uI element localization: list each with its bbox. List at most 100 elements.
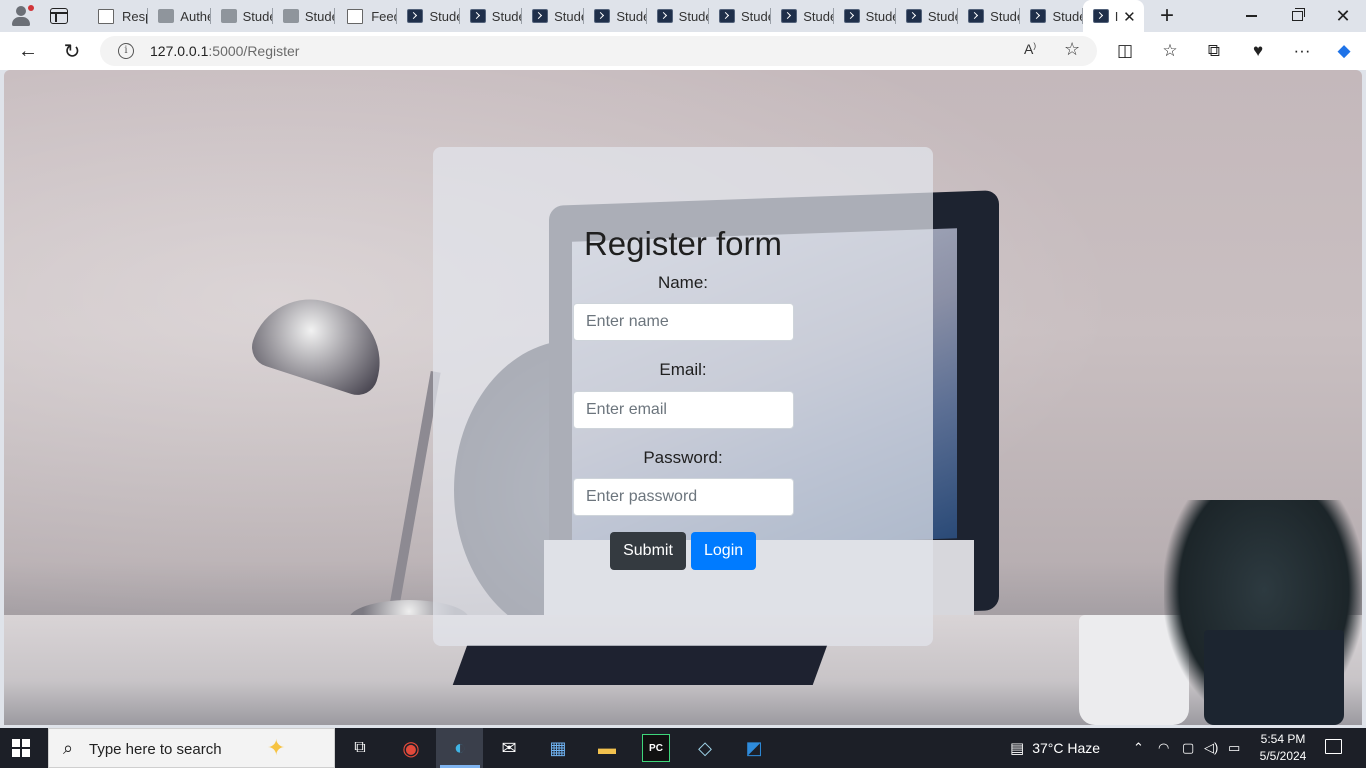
tab-label: Stude: [678, 8, 709, 24]
browser-tab-strip: Respo Authe Stude Stude Feedb Stude Stude Stude…: [0, 0, 1366, 32]
clock-date: 5/5/2024: [1259, 749, 1307, 763]
page-icon: [98, 8, 114, 24]
browser-tab[interactable]: Stude: [584, 0, 647, 32]
url-text[interactable]: 127.0.0.1:5000/Register: [150, 43, 299, 59]
page-title: Register form: [583, 225, 783, 262]
tab-label: Stude: [990, 8, 1020, 24]
copilot-icon[interactable]: ◆: [1330, 38, 1358, 64]
clock-time: 5:54 PM: [1260, 732, 1306, 746]
restore-button[interactable]: [1274, 0, 1320, 32]
weather-text: 37°C Haze: [1032, 740, 1101, 756]
browser-tab[interactable]: I ✕: [1082, 0, 1144, 32]
terminal-icon: [843, 9, 860, 23]
terminal-icon: [1092, 9, 1109, 23]
device-icon[interactable]: ▢: [1182, 728, 1194, 768]
tab-label: Stude: [740, 8, 771, 24]
close-window-button[interactable]: ✕: [1320, 0, 1366, 32]
volume-icon[interactable]: ◁): [1204, 728, 1218, 768]
battery-icon[interactable]: ▭: [1228, 728, 1240, 768]
tab-label: I: [1114, 8, 1119, 24]
terminal-icon: [905, 9, 922, 23]
browser-tab[interactable]: Stude: [834, 0, 896, 32]
tab-label: Stude: [429, 8, 459, 24]
background-keyboard: [452, 645, 828, 685]
terminal-icon: [781, 9, 798, 23]
browser-essentials-icon[interactable]: ♥: [1244, 38, 1272, 64]
page-viewport: Register form Name: Email: Password: Sub…: [4, 70, 1362, 725]
password-input[interactable]: [573, 478, 794, 516]
browser-tab[interactable]: Respo: [86, 0, 149, 32]
name-input[interactable]: [573, 303, 794, 341]
search-placeholder: Type here to search: [89, 741, 222, 758]
tab-label: Stude: [304, 8, 335, 24]
browser-tab[interactable]: Stude: [771, 0, 834, 32]
more-options-icon[interactable]: ···: [1288, 38, 1316, 64]
edge-icon[interactable]: ◐: [446, 734, 474, 762]
weather-icon: ▤: [1010, 740, 1025, 757]
background-plant-pot: [1204, 630, 1344, 725]
browser-tab[interactable]: Stude: [460, 0, 523, 32]
search-highlights-icon[interactable]: ✦: [267, 735, 285, 761]
tab-label: Stude: [242, 8, 273, 24]
notification-icon[interactable]: [1325, 739, 1342, 754]
login-button[interactable]: Login: [691, 532, 756, 570]
search-icon: ⌕: [63, 738, 74, 758]
minimize-button[interactable]: [1228, 0, 1274, 32]
store-icon[interactable]: ▦: [544, 734, 572, 762]
browser-tab[interactable]: Stude: [522, 0, 585, 32]
browser-tab[interactable]: Stude: [397, 0, 460, 32]
favorite-star-icon[interactable]: ☆: [1064, 39, 1080, 60]
system-clock[interactable]: 5:54 PM 5/5/2024: [1254, 731, 1312, 765]
photos-icon[interactable]: ◩: [740, 734, 768, 762]
close-tab-icon[interactable]: ✕: [1123, 8, 1136, 26]
tab-label: Stude: [1052, 8, 1082, 24]
navigation-bar: ← ↻ i 127.0.0.1:5000/Register A) ☆ ◫ ☆ ⧉…: [0, 32, 1366, 70]
browser-tab[interactable]: Feedb: [335, 0, 398, 32]
terminal-icon: [656, 9, 673, 23]
address-bar[interactable]: i 127.0.0.1:5000/Register A) ☆: [100, 36, 1097, 66]
terminal-icon: [532, 9, 549, 23]
app-icon[interactable]: ◇: [691, 734, 719, 762]
page-icon: [347, 8, 364, 24]
browser-tab[interactable]: Stude: [709, 0, 772, 32]
site-info-icon[interactable]: i: [118, 43, 134, 59]
browser-tab[interactable]: Stude: [647, 0, 709, 32]
browser-tab[interactable]: Stude: [1020, 0, 1083, 32]
browser-tab[interactable]: Authe: [148, 0, 211, 32]
pycharm-icon[interactable]: PC: [642, 734, 670, 762]
tab-label: Respo: [122, 8, 148, 24]
taskbar-search-box[interactable]: ⌕ Type here to search ✦: [48, 728, 335, 768]
network-icon[interactable]: ◠: [1158, 728, 1169, 768]
browser-tab[interactable]: Stude: [896, 0, 959, 32]
tab-label: Stude: [616, 8, 646, 24]
weather-widget[interactable]: ▤ 37°C Haze: [1010, 728, 1100, 768]
back-button[interactable]: ←: [14, 38, 42, 64]
collections-icon[interactable]: ⧉: [1200, 38, 1228, 64]
show-hidden-icons[interactable]: ⌃: [1133, 728, 1144, 768]
chrome-icon[interactable]: ◉: [397, 734, 425, 762]
tab-actions-icon[interactable]: [50, 8, 68, 24]
browser-tab[interactable]: Stude: [211, 0, 273, 32]
read-aloud-icon[interactable]: A): [1024, 41, 1036, 57]
tab-label: Authe: [180, 8, 210, 24]
refresh-button[interactable]: ↻: [58, 38, 86, 64]
split-screen-icon[interactable]: ◫: [1111, 38, 1139, 64]
terminal-icon: [594, 9, 611, 23]
tab-label: Feedb: [371, 8, 398, 24]
task-view-icon[interactable]: ⧉: [346, 734, 374, 762]
taskbar: ⌕ Type here to search ✦ ⧉ ◉ ◐ ✉ ▦ ▬ PC ◇…: [0, 728, 1366, 768]
terminal-icon: [718, 9, 735, 23]
terminal-icon: [469, 9, 486, 23]
favorites-icon[interactable]: ☆: [1156, 38, 1184, 64]
windows-start-icon[interactable]: [12, 739, 30, 757]
browser-tab[interactable]: Stude: [273, 0, 336, 32]
submit-button[interactable]: Submit: [610, 532, 686, 570]
mail-icon[interactable]: ✉: [495, 734, 523, 762]
page-icon: [282, 9, 299, 23]
profile-avatar-icon[interactable]: [8, 4, 34, 28]
email-input[interactable]: [573, 391, 794, 429]
file-explorer-icon[interactable]: ▬: [593, 734, 621, 762]
new-tab-button[interactable]: +: [1160, 4, 1174, 28]
tab-label: Stude: [927, 8, 958, 24]
browser-tab[interactable]: Stude: [958, 0, 1021, 32]
